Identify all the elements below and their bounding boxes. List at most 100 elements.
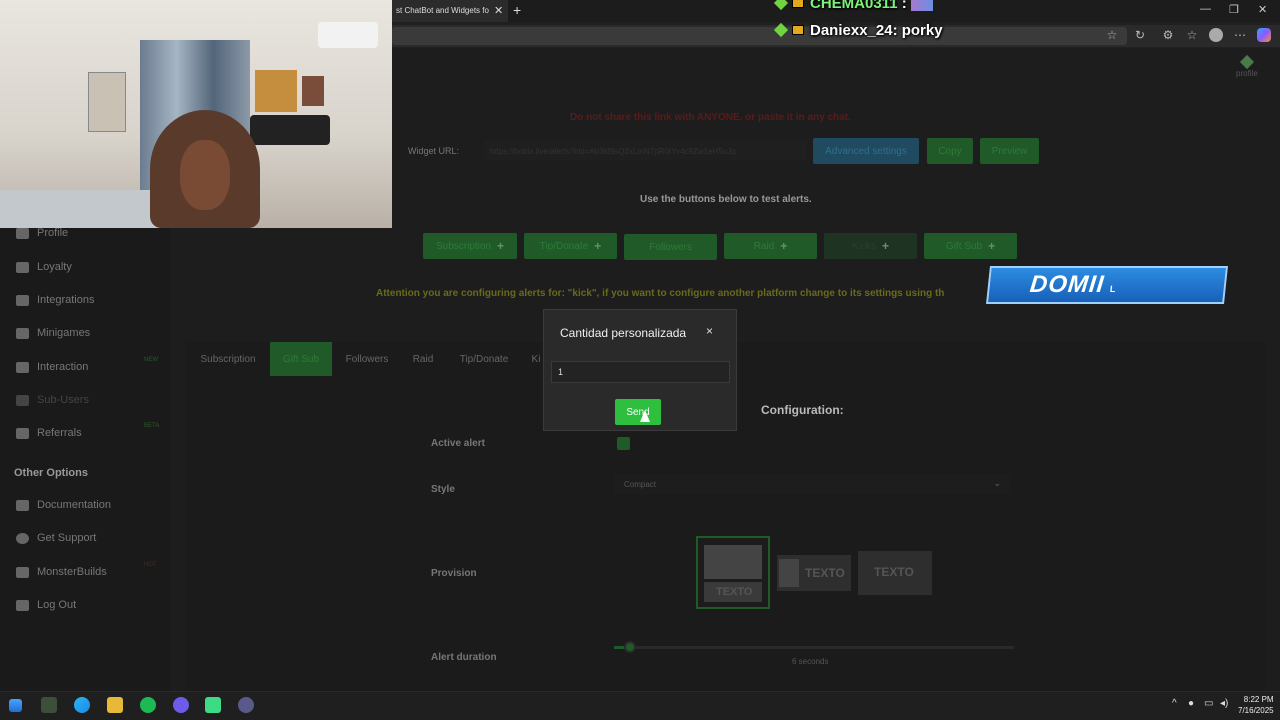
- plus-icon: +: [988, 239, 996, 253]
- webcam-overlay: [0, 0, 392, 228]
- provision-option-side[interactable]: TEXTO: [777, 555, 851, 591]
- duration-slider-handle[interactable]: [624, 641, 636, 653]
- clock-date: 7/16/2025: [1238, 706, 1274, 715]
- provision-text: TEXTO: [874, 565, 914, 579]
- app-icon[interactable]: [205, 697, 221, 713]
- sidebar-item-subusers[interactable]: Sub-Users: [16, 394, 89, 406]
- spotify-icon[interactable]: [140, 697, 156, 713]
- tab-raid[interactable]: Raid: [402, 342, 444, 376]
- test-giftsub-button[interactable]: Gift Sub +: [924, 233, 1017, 259]
- test-raid-button[interactable]: Raid +: [724, 233, 817, 259]
- tab-subscription[interactable]: Subscription: [190, 342, 266, 376]
- widget-url-field[interactable]: https://botrix.live/alerts?bid=Ab3kf9sQ2…: [484, 141, 806, 161]
- sidebar-item-logout[interactable]: Log Out: [16, 599, 76, 611]
- plus-icon: +: [594, 239, 602, 253]
- test-tip-button[interactable]: Tip/Donate +: [524, 233, 617, 259]
- stream-overlay-banner: DOMII L: [986, 266, 1228, 304]
- widget-url-label: Widget URL:: [408, 146, 460, 156]
- windows-start-icon[interactable]: [9, 699, 22, 712]
- document-icon: [16, 499, 29, 511]
- favorites-icon[interactable]: ☆: [1185, 28, 1199, 42]
- badge-icon: [792, 0, 804, 8]
- close-tab-icon[interactable]: ✕: [494, 4, 503, 17]
- test-followers-button[interactable]: Followers: [624, 234, 717, 260]
- sidebar-item-integrations[interactable]: Integrations: [16, 294, 94, 306]
- refresh-icon[interactable]: ↻: [1133, 28, 1147, 42]
- microphone-icon[interactable]: ●: [1188, 698, 1194, 709]
- chevron-down-icon: ⌄: [993, 478, 1001, 488]
- provision-text: TEXTO: [716, 586, 753, 598]
- test-subscription-button[interactable]: Subscription +: [423, 233, 517, 259]
- tab-tip-donate[interactable]: Tip/Donate: [448, 342, 520, 376]
- profile-icon: [1239, 54, 1254, 70]
- mouse-cursor-icon: [640, 410, 650, 422]
- badge-icon: [792, 25, 804, 35]
- sidebar-item-profile[interactable]: Profile: [16, 227, 68, 239]
- modal-title: Cantidad personalizada: [560, 326, 687, 340]
- sidebar-item-documentation[interactable]: Documentation: [16, 499, 111, 511]
- new-tab-button[interactable]: +: [513, 2, 521, 18]
- send-button[interactable]: Send: [615, 399, 661, 425]
- plus-icon: +: [881, 239, 889, 253]
- maximize-icon[interactable]: ❐: [1229, 3, 1239, 16]
- sidebar-item-interaction[interactable]: Interaction: [16, 361, 88, 373]
- taskbar-clock[interactable]: 8:22 PM 7/16/2025: [1238, 694, 1274, 716]
- trophy-icon: [16, 261, 29, 273]
- alert-duration-label: Alert duration: [431, 652, 497, 663]
- referrals-icon: [16, 427, 29, 439]
- image-placeholder-icon: [779, 559, 799, 587]
- edge-browser-icon[interactable]: [74, 697, 90, 713]
- duration-slider-track[interactable]: [614, 646, 1014, 649]
- active-alert-checkbox[interactable]: [617, 437, 630, 450]
- help-icon: [16, 532, 29, 544]
- warning-text: Do not share this link with ANYONE, or p…: [570, 112, 851, 123]
- app-icon-2[interactable]: [238, 697, 254, 713]
- sidebar-item-monsterbuilds[interactable]: MonsterBuilds: [16, 566, 107, 578]
- logout-icon: [16, 599, 29, 611]
- music-note-icon: [16, 361, 29, 373]
- duration-value: 6 seconds: [792, 657, 829, 666]
- browser-tab[interactable]: st ChatBot and Widgets fo: [392, 0, 508, 22]
- user-icon: [16, 227, 29, 239]
- provision-text: TEXTO: [805, 566, 845, 580]
- attention-text: Attention you are configuring alerts for…: [376, 288, 945, 299]
- profile-avatar-icon[interactable]: [1209, 28, 1223, 42]
- file-explorer-icon[interactable]: [107, 697, 123, 713]
- copilot-icon[interactable]: [1257, 28, 1271, 42]
- sidebar-item-support[interactable]: Get Support: [16, 532, 96, 544]
- sidebar-item-loyalty[interactable]: Loyalty: [16, 261, 72, 273]
- taskbar: [0, 691, 1280, 720]
- network-icon[interactable]: ▭: [1204, 698, 1213, 709]
- extensions-icon[interactable]: ⚙: [1161, 28, 1175, 42]
- close-window-icon[interactable]: ✕: [1258, 3, 1267, 16]
- close-icon[interactable]: ×: [706, 324, 713, 338]
- minimize-icon[interactable]: —: [1200, 3, 1211, 15]
- profile-link[interactable]: profile: [1236, 54, 1258, 78]
- tab-followers[interactable]: Followers: [336, 342, 398, 376]
- sidebar-item-minigames[interactable]: Minigames: [16, 327, 90, 339]
- emote-icon: [910, 0, 933, 12]
- tab-gift-sub[interactable]: Gift Sub: [270, 342, 332, 376]
- chevron-up-icon[interactable]: ^: [1172, 698, 1177, 709]
- computer-icon: [16, 566, 29, 578]
- sidebar-item-referrals[interactable]: Referrals: [16, 427, 82, 439]
- provision-option-stacked[interactable]: TEXTO: [696, 536, 770, 609]
- chat-message-1: CHEMA0311 :: [773, 0, 933, 12]
- terminal-app-icon[interactable]: [41, 697, 57, 713]
- advanced-settings-button[interactable]: Advanced settings: [813, 138, 919, 164]
- hot-badge: HOT: [144, 562, 157, 568]
- more-menu-icon[interactable]: ⋯: [1233, 28, 1247, 42]
- url-field[interactable]: [392, 27, 1127, 45]
- style-label: Style: [431, 484, 455, 495]
- volume-icon[interactable]: ◂): [1220, 698, 1228, 709]
- plus-icon: +: [497, 239, 505, 253]
- amount-input[interactable]: [551, 361, 730, 383]
- beta-badge: BETA: [144, 423, 160, 429]
- favorite-star-icon[interactable]: ☆: [1105, 28, 1119, 42]
- style-select[interactable]: Compact ⌄: [614, 474, 1011, 494]
- provision-option-text[interactable]: TEXTO: [858, 551, 932, 595]
- preview-button[interactable]: Preview: [980, 138, 1039, 164]
- active-alert-label: Active alert: [431, 438, 485, 449]
- obs-icon[interactable]: [173, 697, 189, 713]
- copy-button[interactable]: Copy: [927, 138, 973, 164]
